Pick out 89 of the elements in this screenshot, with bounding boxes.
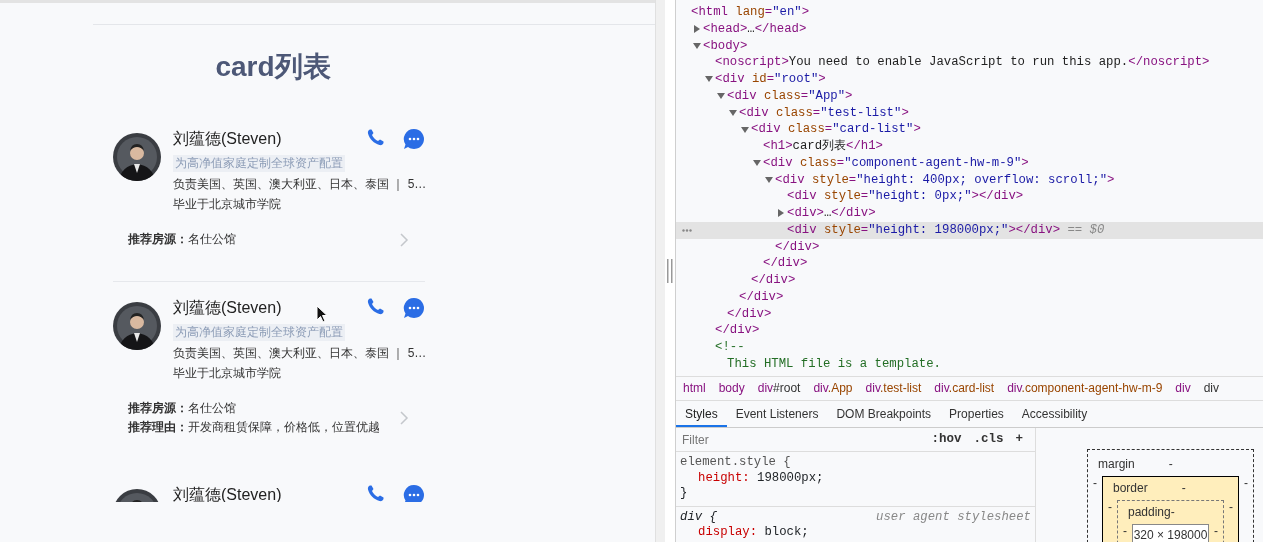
tag-label: 为高净值家庭定制全球资产配置 [173, 324, 345, 341]
description-text: 负责美国、英国、澳大利亚、日本、泰国 ｜ 5… [173, 345, 425, 362]
resize-handle-icon[interactable] [667, 259, 673, 283]
page-title: card列表 [214, 50, 332, 84]
css-selector: element.style { [680, 455, 791, 469]
css-declaration: display: block; [697, 525, 810, 541]
panel-tab[interactable]: Properties [940, 401, 1013, 427]
collapse-arrow-icon[interactable] [765, 176, 773, 183]
dom-node-line[interactable]: This HTML file is a template. [727, 355, 941, 373]
dom-node-line[interactable]: <div>…</div> [787, 205, 876, 222]
person-name: 刘蕴德(Steven) [173, 129, 282, 149]
recommendation-text: 推荐房源：名仕公馆 [128, 231, 237, 248]
content-size: 320 × 198000 [1132, 524, 1209, 542]
box-model-label: padding [1128, 505, 1171, 519]
dom-node-line[interactable]: <div class="card-list"> [751, 121, 921, 138]
breadcrumb-item[interactable]: div.App [813, 377, 853, 400]
person-name: 刘蕴德(Steven) [173, 298, 282, 318]
panel-tab[interactable]: DOM Breakpoints [827, 401, 941, 427]
box-model-value: - [1092, 476, 1098, 490]
box-model-label: margin [1098, 457, 1135, 471]
dom-node-line[interactable]: <noscript>You need to enable JavaScript to run this app.</noscript> [715, 54, 1210, 71]
dom-node-line[interactable]: <h1>card列表</h1> [763, 138, 883, 155]
school-text: 毕业于北京城市学院 [173, 365, 282, 382]
dom-node-line[interactable]: </div> [739, 288, 784, 306]
chat-icon[interactable] [403, 128, 425, 150]
dom-node-line[interactable]: <div class="App"> [727, 87, 853, 105]
dom-node-line[interactable]: <!-- [715, 339, 745, 356]
panel-tab[interactable]: Styles [676, 401, 727, 427]
phone-icon[interactable] [366, 297, 385, 316]
box-model-value: - [1170, 505, 1175, 519]
dom-node-line[interactable]: <body> [703, 37, 748, 55]
cursor-icon [316, 305, 328, 323]
dom-node-line[interactable]: <div id="root"> [715, 71, 826, 88]
breadcrumb-item[interactable]: div.test-list [865, 377, 922, 400]
css-declaration: height: 198000px; [697, 470, 825, 486]
toolbar-button[interactable]: + [1009, 430, 1029, 449]
box-model-value: - [1228, 500, 1234, 514]
scrollbar[interactable] [655, 0, 665, 542]
box-model-label: border [1113, 481, 1148, 495]
collapse-arrow-icon[interactable] [729, 109, 737, 116]
box-model-value: - [1122, 524, 1128, 538]
chat-icon[interactable] [403, 484, 425, 502]
phone-icon[interactable] [366, 128, 385, 147]
expand-arrow-icon[interactable] [777, 209, 785, 218]
filter-field[interactable]: Filter [682, 430, 926, 449]
dom-node-line[interactable]: <div style="height: 0px;"></div> [787, 188, 1024, 205]
dom-node-line[interactable]: </div> [715, 322, 760, 339]
dom-node-line[interactable]: </div> [763, 255, 808, 272]
dom-node-line[interactable]: <div class="test-list"> [739, 104, 909, 122]
dom-node-line[interactable]: </div> [751, 272, 796, 289]
box-model-value: - [1181, 481, 1186, 495]
toolbar-button[interactable]: :hov [925, 430, 968, 449]
phone-icon[interactable] [366, 484, 385, 502]
tag-label: 为高净值家庭定制全球资产配置 [173, 155, 345, 172]
expand-arrow-icon[interactable] [693, 25, 701, 34]
stylesheet-origin: user agent stylesheet [876, 509, 1031, 525]
panel-tab[interactable]: Event Listeners [726, 401, 828, 427]
breadcrumb-item[interactable]: div#root [757, 377, 801, 400]
breadcrumb-item[interactable]: html [683, 377, 706, 400]
dom-node-line[interactable]: <div style="height: 400px; overflow: scroll;"> [775, 171, 1115, 189]
dom-node-line[interactable]: </div> [727, 305, 772, 323]
collapse-arrow-icon[interactable] [753, 160, 761, 167]
breadcrumb-item[interactable]: body [718, 377, 745, 400]
school-text: 毕业于北京城市学院 [173, 196, 282, 213]
recommendation-text: 推荐房源：名仕公馆 [128, 400, 237, 417]
breadcrumb-item[interactable]: div.component-agent-hw-m-9 [1007, 377, 1163, 400]
breadcrumb-item[interactable]: div [1203, 377, 1219, 400]
css-brace: } [680, 486, 689, 502]
collapse-arrow-icon[interactable] [741, 126, 749, 133]
recommendation-text: 推荐理由：开发商租赁保障，价格低，位置优越 [128, 419, 381, 436]
dom-node-line[interactable]: <html lang="en"> [691, 4, 810, 21]
box-model-value: - [1168, 457, 1173, 471]
dom-node-line[interactable]: <div class="component-agent-hw-m-9"> [763, 154, 1029, 172]
chat-icon[interactable] [403, 297, 425, 319]
box-model-value: - [1107, 500, 1113, 514]
toolbar-button[interactable]: .cls [967, 430, 1010, 449]
description-text: 负责美国、英国、澳大利亚、日本、泰国 ｜ 5… [173, 176, 425, 193]
css-selector: div { [680, 509, 717, 524]
box-model-value: - [1213, 524, 1219, 538]
more-icon[interactable] [682, 228, 692, 232]
dom-node-line[interactable]: </div> [775, 238, 820, 256]
breadcrumb-item[interactable]: div.card-list [934, 377, 995, 400]
box-model-value: - [1243, 476, 1249, 490]
collapse-arrow-icon[interactable] [717, 93, 725, 100]
dom-node-line[interactable]: <head>…</head> [703, 20, 807, 38]
breadcrumb-item[interactable]: div [1175, 377, 1191, 400]
collapse-arrow-icon[interactable] [705, 76, 713, 83]
collapse-arrow-icon[interactable] [693, 42, 701, 49]
panel-tab[interactable]: Accessibility [1012, 401, 1097, 427]
